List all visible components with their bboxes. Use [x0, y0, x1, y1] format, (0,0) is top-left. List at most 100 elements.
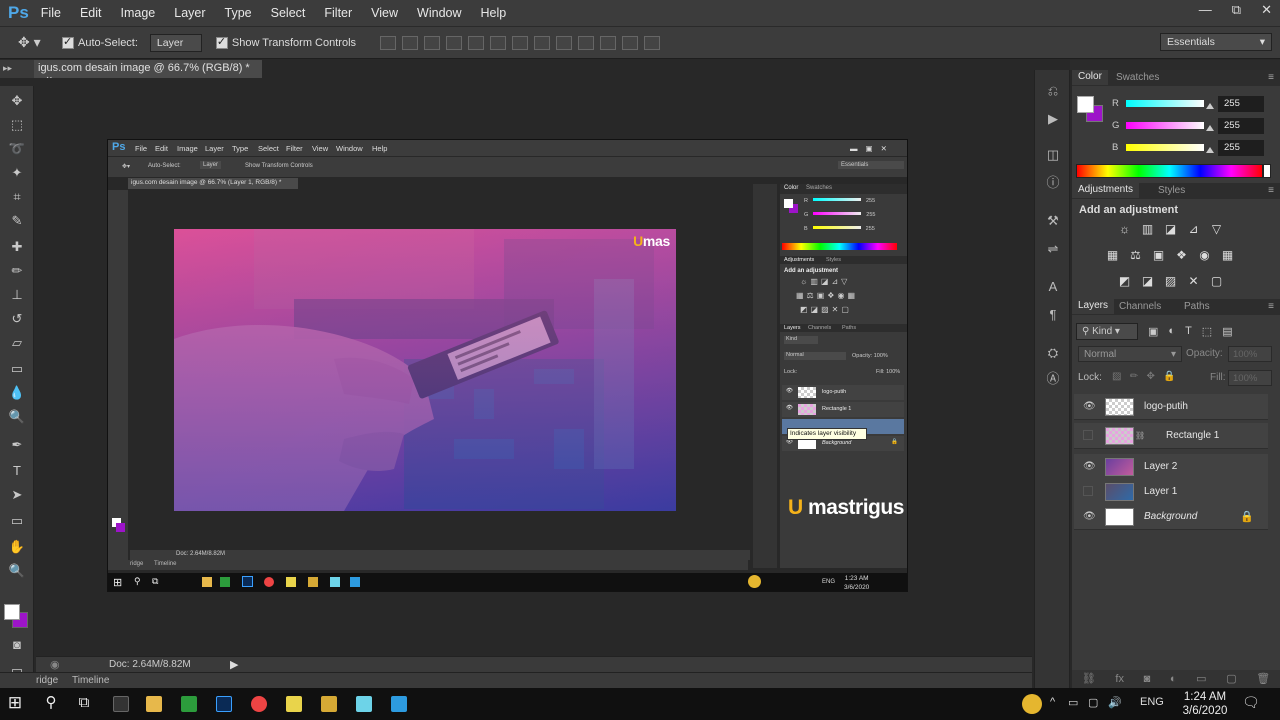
close-button[interactable]: ✕: [1261, 2, 1272, 18]
auto-align-icon[interactable]: [644, 35, 661, 50]
hand-tool-icon[interactable]: ✋: [7, 538, 27, 556]
color-foreground[interactable]: [1077, 96, 1094, 113]
color-balance-icon[interactable]: ⚖: [1127, 248, 1144, 263]
start-icon[interactable]: ⊞: [6, 694, 24, 712]
volume-icon[interactable]: 🔊: [1108, 696, 1122, 709]
selective-color-icon[interactable]: ▢: [1208, 274, 1225, 289]
status-nav-icon[interactable]: ◉: [50, 658, 60, 671]
tab-paths[interactable]: Paths: [1184, 301, 1210, 312]
posterize-icon[interactable]: ◪: [1139, 274, 1156, 289]
opacity-field[interactable]: 100%: [1228, 346, 1272, 362]
new-group-icon[interactable]: ▭: [1196, 670, 1206, 688]
shape-tool-icon[interactable]: ▭: [7, 512, 27, 530]
eraser-tool-icon[interactable]: ▱: [7, 334, 27, 352]
minimize-button[interactable]: —: [1199, 2, 1212, 18]
blur-tool-icon[interactable]: 💧: [7, 384, 27, 402]
gradient-tool-icon[interactable]: ▭: [7, 360, 27, 378]
notification-icon[interactable]: 🗨: [1242, 694, 1260, 711]
zoom-tool-icon[interactable]: 🔍: [7, 562, 27, 580]
gradient-map-icon[interactable]: ✕: [1185, 274, 1202, 289]
dodge-tool-icon[interactable]: 🔍: [7, 408, 27, 426]
align-right-icon[interactable]: [490, 35, 507, 50]
menu-select[interactable]: Select: [271, 6, 306, 20]
type-tool-icon[interactable]: T: [7, 462, 27, 480]
exposure-icon[interactable]: ⊿: [1185, 222, 1202, 237]
path-select-icon[interactable]: ➤: [7, 486, 27, 504]
move-tool-icon[interactable]: ✥: [7, 92, 27, 110]
channel-g-slider[interactable]: [1126, 122, 1204, 129]
eye-icon[interactable]: 👁: [1083, 511, 1096, 522]
tool-presets-icon[interactable]: ⚒: [1044, 212, 1062, 230]
black-white-icon[interactable]: ▣: [1150, 248, 1167, 263]
tab-swatches[interactable]: Swatches: [1116, 72, 1159, 83]
paragraph-icon[interactable]: ¶: [1044, 306, 1062, 324]
vibrance-icon[interactable]: ▽: [1208, 222, 1225, 237]
layer-row[interactable]: 👁 Background 🔒: [1074, 504, 1268, 530]
tab-timeline[interactable]: Timeline: [72, 675, 109, 686]
lasso-tool-icon[interactable]: ➰: [7, 140, 27, 158]
layers-menu-icon[interactable]: ≡: [1268, 301, 1274, 312]
tab-channels[interactable]: Channels: [1119, 301, 1161, 312]
language-indicator[interactable]: ENG: [1140, 696, 1164, 708]
brush-presets-icon[interactable]: ⛭: [1044, 344, 1062, 362]
hue-saturation-icon[interactable]: ▦: [1104, 248, 1121, 263]
blend-mode-dropdown[interactable]: Normal ▾: [1078, 346, 1182, 362]
tab-adjustments[interactable]: Adjustments: [1072, 183, 1140, 198]
eye-icon[interactable]: 👁: [1083, 461, 1096, 472]
crop-tool-icon[interactable]: ⌗: [7, 188, 27, 206]
distribute-vcenter-icon[interactable]: [534, 35, 551, 50]
file-explorer-icon[interactable]: [146, 696, 162, 712]
channel-r-slider[interactable]: [1126, 100, 1204, 107]
link-layers-icon[interactable]: ⛓: [1082, 670, 1096, 688]
layer-row[interactable]: Layer 1: [1074, 479, 1268, 505]
app-blue-icon[interactable]: [391, 696, 407, 712]
align-left-icon[interactable]: [446, 35, 463, 50]
invert-icon[interactable]: ◩: [1116, 274, 1133, 289]
app-icon[interactable]: [113, 696, 129, 712]
task-view-icon[interactable]: ⧉: [75, 694, 93, 712]
filter-type-icon[interactable]: T: [1185, 325, 1192, 337]
menu-image[interactable]: Image: [121, 6, 156, 20]
align-vcenter-icon[interactable]: [402, 35, 419, 50]
filter-adjustment-icon[interactable]: ◐: [1168, 325, 1175, 337]
align-hcenter-icon[interactable]: [468, 35, 485, 50]
lock-icons[interactable]: ▨ ✏ ✥ 🔒: [1112, 371, 1176, 382]
sticky-notes-icon[interactable]: [286, 696, 302, 712]
tab-ridge[interactable]: ridge: [36, 675, 58, 686]
align-bottom-icon[interactable]: [424, 35, 441, 50]
quick-mask-icon[interactable]: ◙: [7, 636, 27, 654]
move-tool-icon[interactable]: ✥ ▾: [18, 34, 48, 51]
tab-color[interactable]: Color: [1072, 70, 1108, 85]
align-top-icon[interactable]: [380, 35, 397, 50]
stamp-tool-icon[interactable]: ⊥: [7, 286, 27, 304]
character-styles-icon[interactable]: Ⓐ: [1044, 370, 1062, 388]
photoshop-taskbar-icon[interactable]: [216, 696, 232, 712]
app-green-icon[interactable]: [181, 696, 197, 712]
menu-view[interactable]: View: [371, 6, 398, 20]
status-arrow-icon[interactable]: ▶: [230, 658, 238, 671]
channel-g-handle[interactable]: [1206, 125, 1214, 131]
delete-layer-icon[interactable]: 🗑: [1256, 670, 1270, 688]
distribute-bottom-icon[interactable]: [556, 35, 573, 50]
distribute-right-icon[interactable]: [622, 35, 639, 50]
auto-select-checkbox[interactable]: [62, 35, 74, 49]
distribute-hcenter-icon[interactable]: [600, 35, 617, 50]
channel-b-handle[interactable]: [1206, 147, 1214, 153]
clock[interactable]: 1:24 AM 3/6/2020: [1180, 690, 1230, 718]
threshold-icon[interactable]: ▨: [1162, 274, 1179, 289]
navigator-icon[interactable]: ◫: [1044, 146, 1062, 164]
tab-styles[interactable]: Styles: [1158, 185, 1185, 196]
clone-source-icon[interactable]: ⇌: [1044, 240, 1062, 258]
foreground-color-swatch[interactable]: [4, 604, 20, 620]
history-icon[interactable]: ⎌: [1044, 82, 1062, 100]
menu-file[interactable]: File: [41, 6, 61, 20]
brush-tool-icon[interactable]: ✏: [7, 262, 27, 280]
new-layer-icon[interactable]: ▢: [1226, 670, 1236, 688]
channel-b-value[interactable]: 255: [1218, 140, 1264, 156]
fx-icon[interactable]: fx: [1115, 670, 1124, 688]
color-spectrum[interactable]: [1076, 164, 1263, 178]
distribute-left-icon[interactable]: [578, 35, 595, 50]
document-tab[interactable]: igus.com desain image @ 66.7% (RGB/8) * …: [34, 60, 262, 86]
search-icon[interactable]: ⚲: [42, 694, 60, 712]
fill-field[interactable]: 100%: [1228, 370, 1272, 386]
